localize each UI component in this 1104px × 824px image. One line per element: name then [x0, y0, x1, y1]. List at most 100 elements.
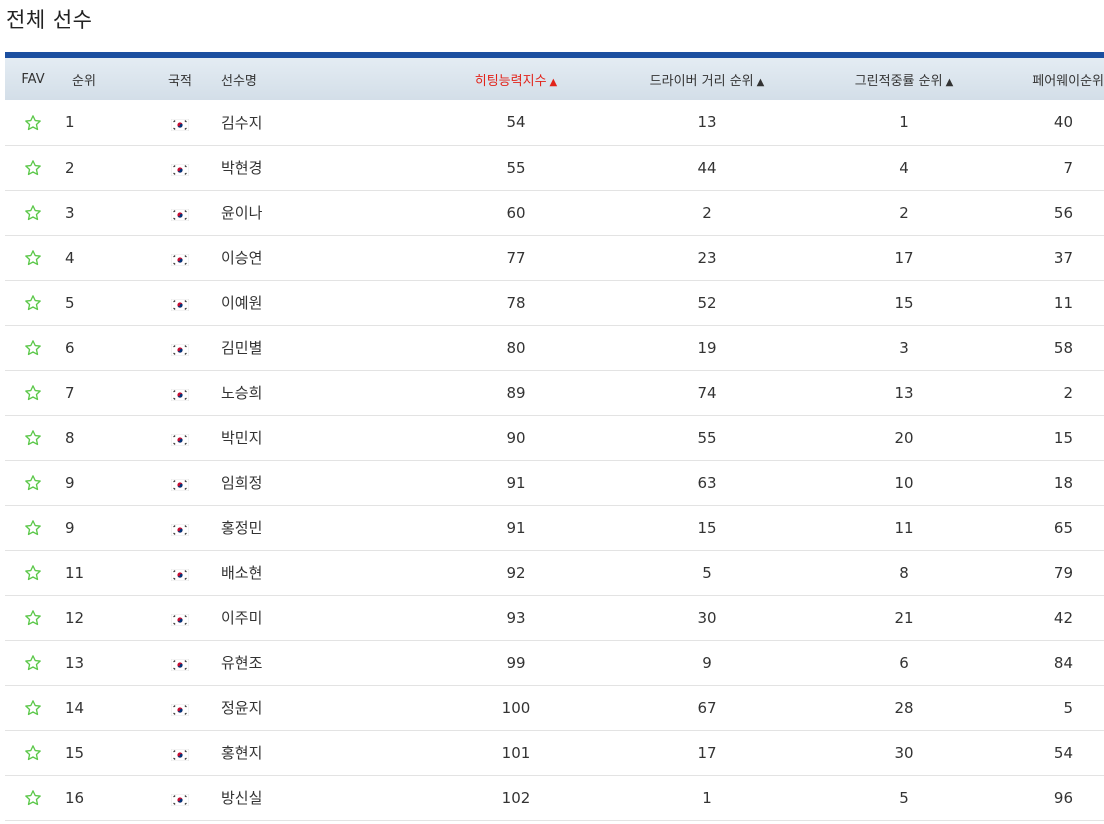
- fav-cell[interactable]: [5, 460, 61, 505]
- fav-cell[interactable]: [5, 775, 61, 820]
- player-name-cell[interactable]: 이예원: [221, 280, 423, 325]
- star-outline-icon[interactable]: [24, 384, 42, 402]
- table-body: 1 김수지 54 13 1 40 2 박현경 55 44 4 7 3 윤이나 60 2 2 56 4 이승연 77 23 1…: [5, 100, 1104, 820]
- star-outline-icon[interactable]: [24, 294, 42, 312]
- green-rank-cell: 10: [894, 473, 914, 492]
- green-rank-cell: 17: [894, 248, 914, 267]
- player-name-cell[interactable]: 노승희: [221, 370, 423, 415]
- fairway-rank-cell: 56: [1053, 203, 1073, 222]
- fav-cell[interactable]: [5, 595, 61, 640]
- green-rank-cell: 2: [899, 203, 909, 222]
- header-fairway[interactable]: 페어웨이순위: [1003, 58, 1104, 100]
- fav-cell[interactable]: [5, 370, 61, 415]
- header-driver-label: 드라이버 거리 순위: [649, 73, 754, 89]
- rank-cell: 5: [65, 293, 75, 312]
- fav-cell[interactable]: [5, 325, 61, 370]
- player-name-cell[interactable]: 김민별: [221, 325, 423, 370]
- player-name-cell[interactable]: 이승연: [221, 235, 423, 280]
- star-outline-icon[interactable]: [24, 609, 42, 627]
- driver-rank-cell: 1: [702, 788, 712, 807]
- nationality-cell: [139, 640, 221, 685]
- nationality-cell: [139, 235, 221, 280]
- sort-asc-icon[interactable]: ▲: [550, 77, 558, 88]
- sort-asc-icon[interactable]: ▲: [946, 77, 954, 88]
- player-name-cell[interactable]: 배소현: [221, 550, 423, 595]
- star-outline-icon[interactable]: [24, 339, 42, 357]
- player-name-cell[interactable]: 임희정: [221, 460, 423, 505]
- star-outline-icon[interactable]: [24, 114, 42, 132]
- korea-flag-icon: [170, 117, 190, 132]
- fav-cell[interactable]: [5, 415, 61, 460]
- star-outline-icon[interactable]: [24, 519, 42, 537]
- star-outline-icon[interactable]: [24, 249, 42, 267]
- header-driver-distance[interactable]: 드라이버 거리 순위 ▲: [609, 58, 805, 100]
- driver-rank-cell: 5: [702, 563, 712, 582]
- sort-asc-icon[interactable]: ▲: [757, 77, 765, 88]
- hitting-index-cell: 99: [506, 653, 526, 672]
- korea-flag-icon: [170, 432, 190, 447]
- hitting-index-cell: 91: [506, 518, 526, 537]
- rank-cell: 9: [65, 518, 75, 537]
- player-name-cell[interactable]: 방신실: [221, 775, 423, 820]
- fav-cell[interactable]: [5, 190, 61, 235]
- star-outline-icon[interactable]: [24, 699, 42, 717]
- fav-cell[interactable]: [5, 100, 61, 145]
- fairway-rank-cell: 15: [1053, 428, 1073, 447]
- driver-rank-cell: 23: [697, 248, 717, 267]
- driver-rank-cell: 74: [697, 383, 717, 402]
- green-rank-cell: 11: [894, 518, 914, 537]
- player-name-cell[interactable]: 이주미: [221, 595, 423, 640]
- table-row: 13 유현조 99 9 6 84: [5, 640, 1104, 685]
- player-name-cell[interactable]: 홍정민: [221, 505, 423, 550]
- fav-cell[interactable]: [5, 730, 61, 775]
- header-hitting-index[interactable]: 히팅능력지수 ▲: [423, 58, 609, 100]
- star-outline-icon[interactable]: [24, 429, 42, 447]
- fav-cell[interactable]: [5, 145, 61, 190]
- table-row: 11 배소현 92 5 8 79: [5, 550, 1104, 595]
- driver-rank-cell: 30: [697, 608, 717, 627]
- fav-cell[interactable]: [5, 685, 61, 730]
- korea-flag-icon: [170, 792, 190, 807]
- driver-rank-cell: 17: [697, 743, 717, 762]
- star-outline-icon[interactable]: [24, 159, 42, 177]
- korea-flag-icon: [170, 522, 190, 537]
- korea-flag-icon: [170, 162, 190, 177]
- header-hitting-label: 히팅능력지수: [474, 73, 547, 89]
- player-name-cell[interactable]: 김수지: [221, 100, 423, 145]
- rank-cell: 16: [65, 788, 85, 807]
- nationality-cell: [139, 595, 221, 640]
- table-row: 8 박민지 90 55 20 15: [5, 415, 1104, 460]
- fairway-rank-cell: 40: [1053, 113, 1073, 132]
- table-row: 4 이승연 77 23 17 37: [5, 235, 1104, 280]
- fav-cell[interactable]: [5, 550, 61, 595]
- player-name-cell[interactable]: 박현경: [221, 145, 423, 190]
- rank-cell: 9: [65, 473, 75, 492]
- star-outline-icon[interactable]: [24, 789, 42, 807]
- star-outline-icon[interactable]: [24, 204, 42, 222]
- fairway-rank-cell: 5: [1063, 698, 1073, 717]
- fav-cell[interactable]: [5, 505, 61, 550]
- korea-flag-icon: [170, 702, 190, 717]
- player-name-cell[interactable]: 홍현지: [221, 730, 423, 775]
- fav-cell[interactable]: [5, 280, 61, 325]
- player-name-cell[interactable]: 박민지: [221, 415, 423, 460]
- star-outline-icon[interactable]: [24, 564, 42, 582]
- star-outline-icon[interactable]: [24, 654, 42, 672]
- rank-cell: 4: [65, 248, 75, 267]
- fairway-rank-cell: 2: [1063, 383, 1073, 402]
- hitting-index-cell: 78: [506, 293, 526, 312]
- rank-cell: 6: [65, 338, 75, 357]
- fairway-rank-cell: 58: [1053, 338, 1073, 357]
- player-name-cell[interactable]: 정윤지: [221, 685, 423, 730]
- player-name-cell[interactable]: 유현조: [221, 640, 423, 685]
- fav-cell[interactable]: [5, 640, 61, 685]
- header-green-accuracy[interactable]: 그린적중률 순위 ▲: [805, 58, 1003, 100]
- green-rank-cell: 6: [899, 653, 909, 672]
- header-rank[interactable]: 순위: [61, 58, 139, 100]
- nationality-cell: [139, 280, 221, 325]
- player-name-cell[interactable]: 윤이나: [221, 190, 423, 235]
- star-outline-icon[interactable]: [24, 744, 42, 762]
- star-outline-icon[interactable]: [24, 474, 42, 492]
- fairway-rank-cell: 54: [1053, 743, 1073, 762]
- fav-cell[interactable]: [5, 235, 61, 280]
